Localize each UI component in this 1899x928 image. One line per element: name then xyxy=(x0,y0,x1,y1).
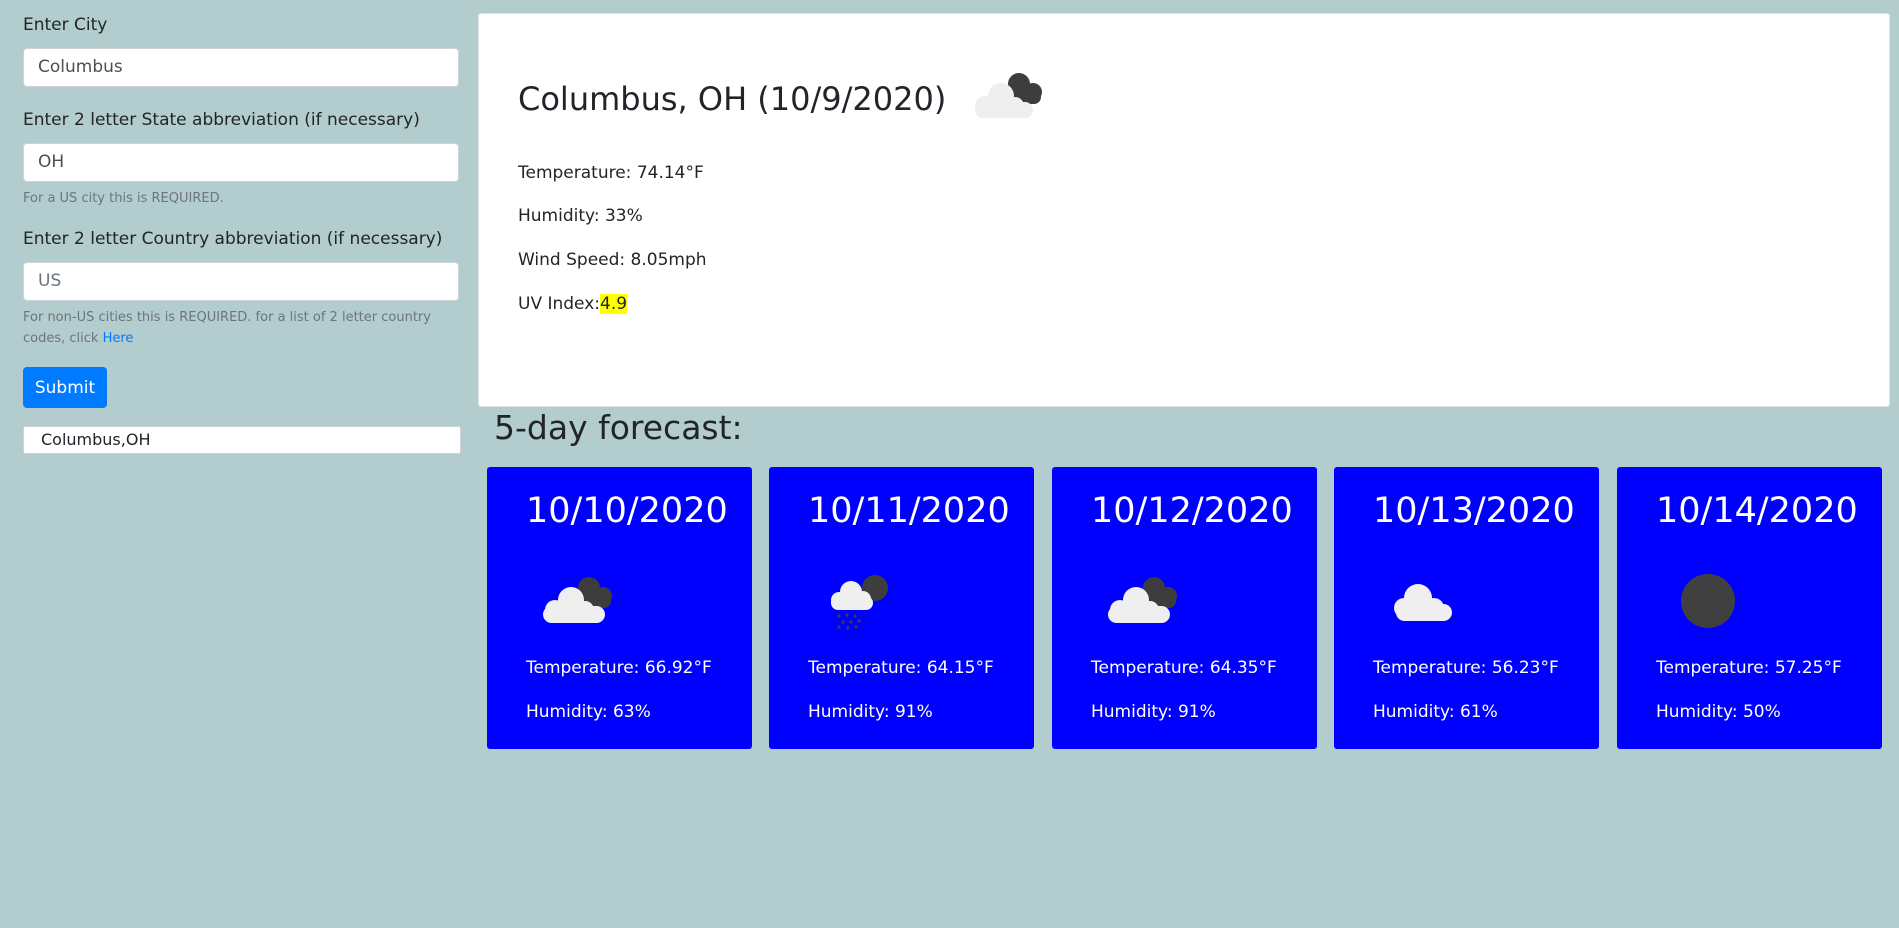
partly-cloudy-icon xyxy=(975,73,1042,118)
forecast-date: 10/10/2020 xyxy=(526,491,728,531)
moon-icon xyxy=(1681,574,1735,628)
forecast-humidity: Humidity: 50% xyxy=(1656,702,1781,722)
forecast-temperature: Temperature: 56.23°F xyxy=(1373,658,1559,678)
uv-index-label: UV Index: xyxy=(518,294,601,314)
forecast-card: 10/10/2020 Temperature: 66.92°F Humidity… xyxy=(487,467,752,749)
forecast-card: 10/14/2020 Temperature: 57.25°F Humidity… xyxy=(1617,467,1882,749)
current-wind-speed: Wind Speed: 8.05mph xyxy=(518,250,707,270)
forecast-temperature: Temperature: 57.25°F xyxy=(1656,658,1842,678)
current-title: Columbus, OH (10/9/2020) xyxy=(518,80,947,118)
current-humidity: Humidity: 33% xyxy=(518,206,643,226)
forecast-card: 10/13/2020 Temperature: 56.23°F Humidity… xyxy=(1334,467,1599,749)
forecast-humidity: Humidity: 91% xyxy=(808,702,933,722)
forecast-temperature: Temperature: 66.92°F xyxy=(526,658,712,678)
forecast-heading: 5-day forecast: xyxy=(494,408,743,447)
history-item-columbus[interactable]: Columbus,OH xyxy=(23,426,461,454)
city-label: Enter City xyxy=(23,15,108,35)
forecast-card: 10/12/2020 Temperature: 64.35°F Humidity… xyxy=(1052,467,1317,749)
country-input[interactable]: US xyxy=(23,262,459,301)
partly-cloudy-icon xyxy=(1108,577,1177,623)
country-label: Enter 2 letter Country abbreviation (if … xyxy=(23,229,443,249)
partly-cloudy-icon xyxy=(543,577,612,623)
country-help-label: For non-US cities this is REQUIRED. for … xyxy=(23,310,431,346)
forecast-date: 10/14/2020 xyxy=(1656,491,1858,531)
submit-button[interactable]: Submit xyxy=(23,367,107,408)
uv-index-badge: 4.9 xyxy=(600,294,628,314)
forecast-humidity: Humidity: 91% xyxy=(1091,702,1216,722)
country-help-text: For non-US cities this is REQUIRED. for … xyxy=(23,307,461,349)
state-help-text: For a US city this is REQUIRED. xyxy=(23,191,224,206)
cloud-rain-moon-icon xyxy=(831,575,888,630)
state-input[interactable]: OH xyxy=(23,143,459,182)
current-uv-index: UV Index:4.9 xyxy=(518,294,628,314)
cloud-icon xyxy=(1394,584,1452,621)
city-input[interactable]: Columbus xyxy=(23,48,459,87)
forecast-date: 10/11/2020 xyxy=(808,491,1010,531)
forecast-date: 10/13/2020 xyxy=(1373,491,1575,531)
forecast-humidity: Humidity: 63% xyxy=(526,702,651,722)
current-weather-card: Columbus, OH (10/9/2020) Temperature: 74… xyxy=(478,13,1890,407)
current-temperature: Temperature: 74.14°F xyxy=(518,163,704,183)
forecast-temperature: Temperature: 64.35°F xyxy=(1091,658,1277,678)
forecast-card: 10/11/2020 Temperature: 64.15°F Humidity… xyxy=(769,467,1034,749)
forecast-humidity: Humidity: 61% xyxy=(1373,702,1498,722)
state-label: Enter 2 letter State abbreviation (if ne… xyxy=(23,110,420,130)
country-codes-link[interactable]: Here xyxy=(103,331,134,346)
forecast-temperature: Temperature: 64.15°F xyxy=(808,658,994,678)
forecast-date: 10/12/2020 xyxy=(1091,491,1293,531)
